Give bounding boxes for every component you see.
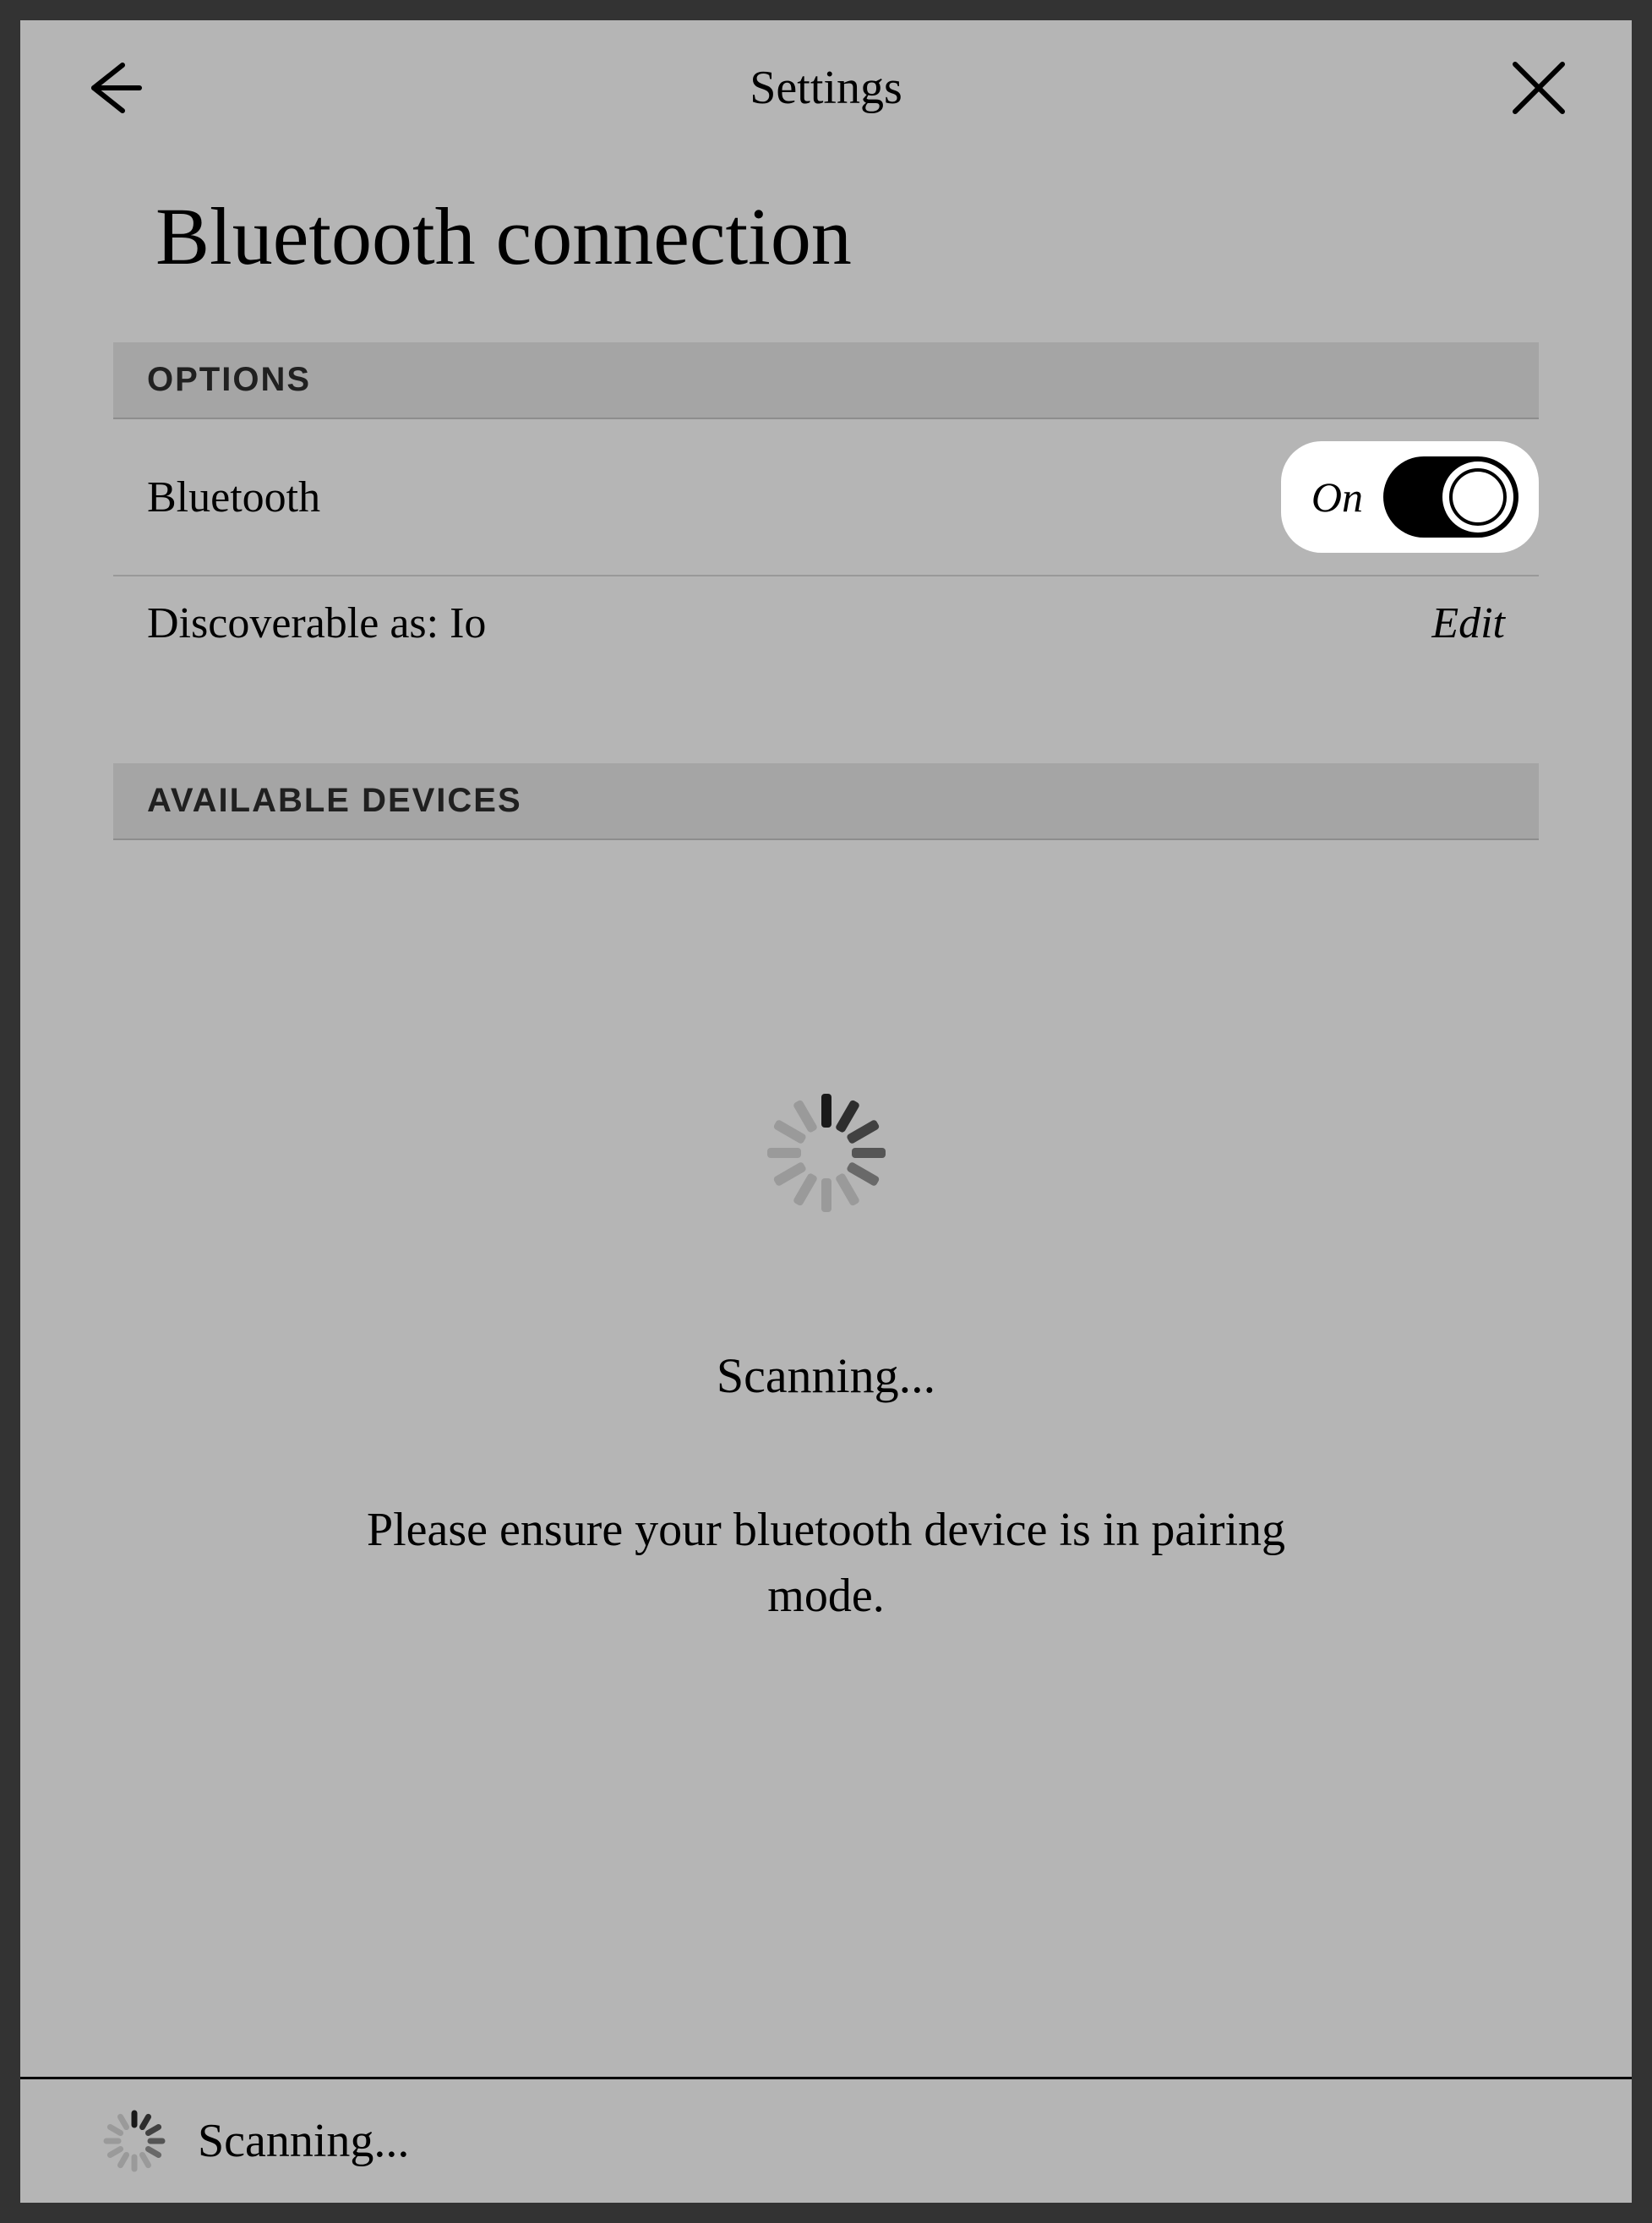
settings-screen: Settings Bluetooth connection OPTIONS Bl… bbox=[20, 20, 1632, 2203]
back-arrow-icon bbox=[80, 55, 146, 121]
page-title: Bluetooth connection bbox=[20, 147, 1632, 342]
edit-discoverable-button[interactable]: Edit bbox=[1431, 598, 1505, 648]
bluetooth-toggle-row: Bluetooth On bbox=[113, 419, 1539, 576]
header-bar: Settings bbox=[20, 20, 1632, 147]
scanning-area: Scanning... Please ensure your bluetooth… bbox=[113, 1094, 1539, 2077]
footer-bar: Scanning... bbox=[20, 2077, 1632, 2203]
close-icon bbox=[1508, 57, 1569, 118]
toggle-state-label: On bbox=[1311, 472, 1363, 522]
spinner-icon bbox=[767, 1094, 886, 1212]
toggle-switch-icon bbox=[1383, 456, 1518, 538]
bluetooth-toggle[interactable]: On bbox=[1281, 441, 1539, 553]
scanning-message: Please ensure your bluetooth device is i… bbox=[319, 1497, 1333, 1630]
section-header-options: OPTIONS bbox=[113, 342, 1539, 419]
section-header-available-devices: AVAILABLE DEVICES bbox=[113, 763, 1539, 840]
back-button[interactable] bbox=[79, 54, 147, 122]
content-area: OPTIONS Bluetooth On Discoverable as: Io… bbox=[20, 342, 1632, 2077]
discoverable-label: Discoverable as: Io bbox=[147, 598, 486, 648]
header-title: Settings bbox=[750, 61, 902, 115]
footer-status: Scanning... bbox=[198, 2114, 409, 2168]
bluetooth-label: Bluetooth bbox=[147, 472, 320, 522]
discoverable-row: Discoverable as: Io Edit bbox=[113, 576, 1539, 670]
footer-spinner-icon bbox=[105, 2111, 164, 2171]
scanning-title: Scanning... bbox=[717, 1347, 935, 1404]
close-button[interactable] bbox=[1505, 54, 1573, 122]
